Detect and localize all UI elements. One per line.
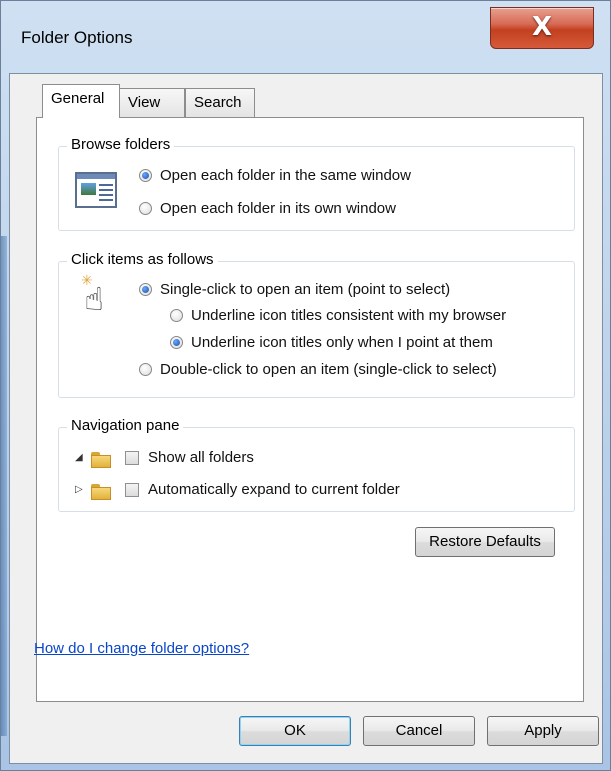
auto-expand-checkbox[interactable]	[125, 482, 139, 497]
tab-view[interactable]: View	[119, 88, 185, 118]
auto-expand-row[interactable]: ▷ Automatically expand to current folder	[75, 481, 400, 500]
tree-collapsed-arrow-icon: ▷	[75, 484, 83, 495]
radio-button[interactable]	[139, 363, 152, 376]
click-items-label: Click items as follows	[67, 251, 218, 268]
radio-same-window-label: Open each folder in the same window	[160, 167, 411, 184]
radio-same-window[interactable]: Open each folder in the same window	[139, 167, 411, 184]
close-icon: X	[531, 12, 553, 42]
show-all-folders-row[interactable]: ◢ Show all folders	[75, 449, 254, 468]
folder-icon	[91, 482, 111, 500]
browse-folders-label: Browse folders	[67, 136, 175, 153]
browse-folders-group: Browse folders Open each folder in the s…	[58, 136, 575, 231]
radio-underline-point-label: Underline icon titles only when I point …	[191, 334, 493, 351]
folder-options-window: Folder Options X General View Search Bro…	[0, 0, 611, 771]
radio-double-click[interactable]: Double-click to open an item (single-cli…	[139, 361, 497, 378]
radio-own-window[interactable]: Open each folder in its own window	[139, 200, 396, 217]
cancel-button[interactable]: Cancel	[363, 716, 475, 746]
radio-single-click[interactable]: Single-click to open an item (point to s…	[139, 281, 450, 298]
radio-button-selected[interactable]	[139, 169, 152, 182]
radio-underline-browser[interactable]: Underline icon titles consistent with my…	[170, 307, 506, 324]
general-tab-panel: Browse folders Open each folder in the s…	[36, 117, 584, 702]
radio-button[interactable]	[139, 202, 152, 215]
click-spark-icon: ✳	[81, 272, 93, 288]
tab-general[interactable]: General	[42, 84, 120, 118]
click-items-group: Click items as follows ☝ ✳ Single-click …	[58, 251, 575, 398]
title-bar[interactable]: Folder Options X	[1, 1, 610, 73]
show-all-folders-checkbox[interactable]	[125, 450, 139, 465]
window-title: Folder Options	[21, 28, 133, 47]
radio-button[interactable]	[170, 309, 183, 322]
radio-own-window-label: Open each folder in its own window	[160, 200, 396, 217]
show-all-folders-label: Show all folders	[148, 449, 254, 466]
folder-icon	[91, 450, 111, 468]
tab-search[interactable]: Search	[185, 88, 255, 118]
close-button[interactable]: X	[490, 7, 594, 49]
help-link[interactable]: How do I change folder options?	[34, 640, 249, 657]
restore-defaults-button[interactable]: Restore Defaults	[415, 527, 555, 557]
radio-single-click-label: Single-click to open an item (point to s…	[160, 281, 451, 298]
tree-expanded-arrow-icon: ◢	[75, 452, 83, 463]
radio-underline-browser-label: Underline icon titles consistent with my…	[191, 307, 507, 324]
folder-window-icon	[75, 172, 117, 208]
navigation-pane-label: Navigation pane	[67, 417, 184, 434]
radio-underline-point[interactable]: Underline icon titles only when I point …	[170, 334, 493, 351]
radio-button-selected[interactable]	[139, 283, 152, 296]
navigation-pane-group: Navigation pane ◢ Show all folders ▷ Aut…	[58, 417, 575, 512]
auto-expand-label: Automatically expand to current folder	[148, 481, 400, 498]
radio-button-selected[interactable]	[170, 336, 183, 349]
radio-double-click-label: Double-click to open an item (single-cli…	[160, 361, 497, 378]
dialog-client-area: General View Search Browse folders Open …	[9, 73, 603, 764]
apply-button[interactable]: Apply	[487, 716, 599, 746]
ok-button[interactable]: OK	[239, 716, 351, 746]
